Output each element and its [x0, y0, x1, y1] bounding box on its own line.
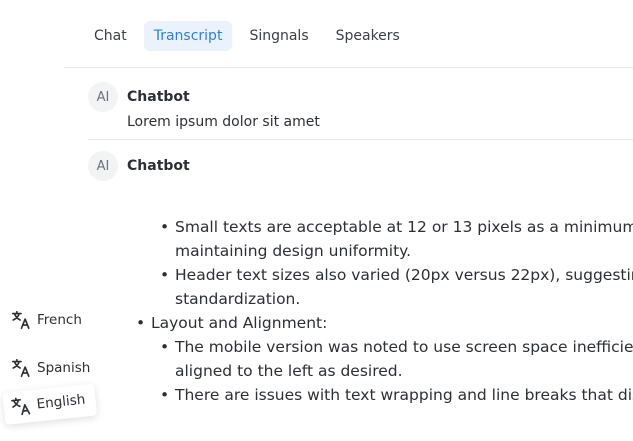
- list-item: Small texts are acceptable at 12 or 13 p…: [136, 215, 633, 263]
- tab-signals[interactable]: Singnals: [239, 21, 318, 51]
- message-item: AI Chatbot Lorem ipsum dolor sit amet: [88, 82, 633, 130]
- bullet-list: The mobile version was noted to use scre…: [136, 335, 633, 407]
- list-item: Header text sizes also varied (20px vers…: [136, 263, 633, 311]
- message-body: Small texts are acceptable at 12 or 13 p…: [136, 215, 633, 407]
- bullet-list: Layout and Alignment:: [136, 311, 633, 335]
- sender-name: Chatbot: [127, 89, 190, 105]
- language-label: French: [37, 312, 82, 328]
- language-label: English: [35, 391, 87, 413]
- list-item: The mobile version was noted to use scre…: [136, 335, 633, 383]
- translate-icon: [11, 310, 30, 330]
- tab-transcript[interactable]: Transcript: [143, 21, 233, 51]
- avatar: AI: [88, 82, 118, 112]
- bullet-list: Small texts are acceptable at 12 or 13 p…: [136, 215, 633, 311]
- list-item: There are issues with text wrapping and …: [136, 383, 633, 407]
- message-item: AI Chatbot: [88, 151, 633, 181]
- list-item: Layout and Alignment:: [136, 311, 633, 335]
- language-option-spanish[interactable]: Spanish: [10, 357, 90, 379]
- avatar: AI: [88, 151, 118, 181]
- translate-icon: [11, 358, 30, 378]
- message-text: Lorem ipsum dolor sit amet: [127, 114, 320, 130]
- language-option-french[interactable]: French: [10, 309, 82, 331]
- tab-speakers[interactable]: Speakers: [326, 21, 410, 51]
- language-label: Spanish: [37, 360, 91, 376]
- message-divider: [88, 139, 633, 140]
- language-option-english[interactable]: English: [2, 383, 97, 425]
- tab-bar: Chat Transcript Singnals Speakers: [84, 20, 417, 52]
- tab-divider: [64, 67, 633, 68]
- tab-chat[interactable]: Chat: [84, 21, 137, 51]
- transcript-panel: Chat Transcript Singnals Speakers AI Cha…: [0, 0, 633, 441]
- sender-name: Chatbot: [127, 158, 190, 174]
- translate-icon: [11, 397, 31, 416]
